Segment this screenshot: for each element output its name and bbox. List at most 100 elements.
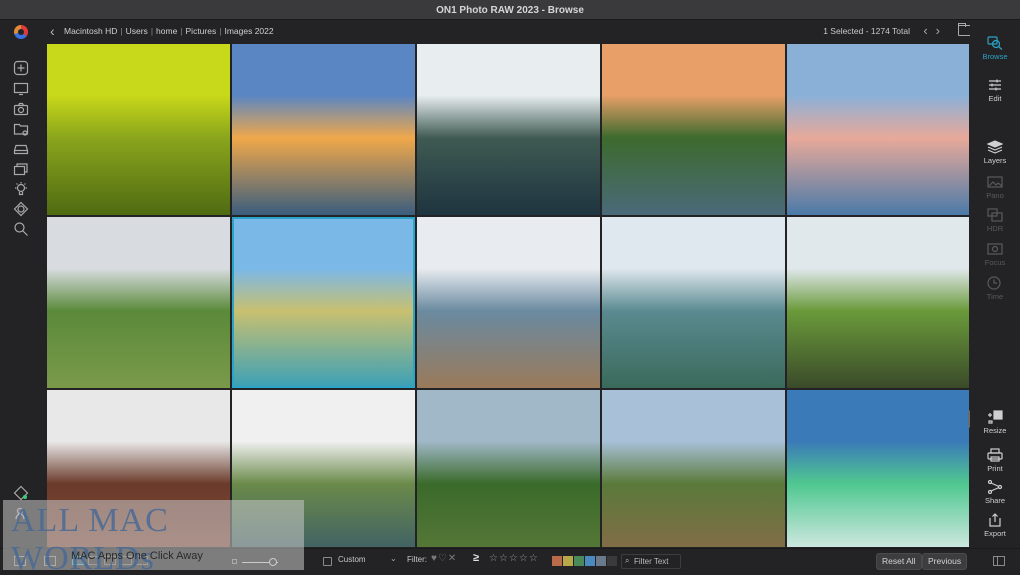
tool-focus: Focus — [970, 242, 1020, 267]
tool-layers[interactable]: Layers — [970, 140, 1020, 165]
thumbnail[interactable] — [47, 217, 230, 388]
thumbnail-image — [602, 217, 785, 388]
time-icon — [987, 276, 1003, 290]
thumbnail[interactable] — [417, 390, 600, 547]
focus-icon — [987, 242, 1003, 256]
selection-status: 1 Selected - 1274 Total — [823, 26, 910, 36]
star-rating-filter[interactable]: ☆☆☆☆☆ — [489, 553, 539, 564]
folder-sync-icon[interactable] — [13, 121, 29, 137]
layers-icon — [986, 140, 1004, 154]
like-filter: ♥ ♡ ✕ — [431, 553, 456, 564]
previous-button[interactable]: Previous — [922, 553, 968, 570]
color-label-swatch[interactable] — [585, 556, 595, 566]
thumbnail-image — [602, 44, 785, 215]
breadcrumb-item[interactable]: Users — [126, 26, 148, 36]
sliders-icon — [987, 78, 1003, 92]
tool-label: Time — [986, 292, 1004, 301]
filter-text-input[interactable]: ⌕ Filter Text — [621, 554, 681, 569]
thumbnail[interactable] — [417, 44, 600, 215]
thumbnail-image — [787, 44, 969, 215]
tool-label: Focus — [984, 258, 1006, 267]
right-panel-toggle-icon[interactable] — [993, 556, 1005, 566]
next-image-icon[interactable]: › — [936, 23, 940, 38]
thumbnail[interactable] — [232, 217, 415, 388]
tool-time: Time — [970, 276, 1020, 301]
unrated-heart-icon[interactable]: ♡ — [438, 553, 447, 564]
tool-export[interactable]: Export — [970, 513, 1020, 538]
thumbnail-image — [602, 390, 785, 547]
reset-all-button[interactable]: Reset All — [876, 553, 922, 570]
breadcrumb-separator: | — [150, 26, 154, 36]
window-title: ON1 Photo RAW 2023 - Browse — [436, 5, 584, 16]
nav-arrows: ‹ › — [923, 23, 940, 38]
monitor-icon[interactable] — [13, 81, 29, 97]
breadcrumb-item[interactable]: Macintosh HD — [64, 26, 117, 36]
filter-preset-value: Custom — [338, 555, 366, 564]
search-icon[interactable] — [13, 221, 29, 237]
app-logo-icon[interactable] — [14, 25, 28, 39]
tool-print[interactable]: Print — [970, 448, 1020, 473]
tool-label: Pano — [986, 191, 1004, 200]
back-chevron-icon[interactable]: ‹ — [50, 23, 55, 39]
thumbnail-image — [417, 44, 600, 215]
tool-hdr: HDR — [970, 208, 1020, 233]
thumbnail[interactable] — [602, 44, 785, 215]
sync-status-icon[interactable] — [13, 485, 29, 501]
tool-share[interactable]: Share — [970, 479, 1020, 505]
tool-label: Export — [984, 529, 1006, 538]
thumbnail[interactable] — [232, 44, 415, 215]
camera-icon[interactable] — [13, 101, 29, 117]
rating-operator[interactable]: ≥ — [473, 552, 479, 564]
drive-icon[interactable] — [13, 141, 29, 157]
color-label-swatch[interactable] — [552, 556, 562, 566]
thumbnail[interactable] — [47, 44, 230, 215]
liked-heart-icon[interactable]: ♥ — [431, 553, 437, 564]
tool-label: Share — [984, 496, 1005, 505]
add-icon[interactable] — [13, 60, 29, 76]
filter-label: Filter: — [407, 555, 427, 564]
albums-icon[interactable] — [13, 161, 29, 177]
thumbnail[interactable] — [787, 217, 969, 388]
thumbnail[interactable] — [602, 217, 785, 388]
hdr-icon — [987, 208, 1003, 222]
thumbnail[interactable] — [787, 44, 969, 215]
thumbnail-image — [232, 217, 415, 388]
color-label-swatch[interactable] — [563, 556, 573, 566]
color-label-swatch[interactable] — [574, 556, 584, 566]
thumbnail[interactable] — [787, 390, 969, 547]
color-label-filter — [552, 556, 617, 566]
thumbnail-image — [417, 390, 600, 547]
thumbnail-image — [787, 390, 969, 547]
thumbnail-image — [47, 44, 230, 215]
previous-image-icon[interactable]: ‹ — [923, 23, 927, 38]
watermark-title: ALL MAC WORLDs — [11, 502, 169, 575]
share-icon — [987, 479, 1003, 495]
thumbnail[interactable] — [602, 390, 785, 547]
tool-label: Resize — [983, 426, 1007, 435]
color-label-swatch[interactable] — [596, 556, 606, 566]
filter-preset-select[interactable]: Custom ⌄ — [338, 554, 398, 564]
tool-browse[interactable]: Browse — [970, 36, 1020, 61]
path-bar: ‹ Macintosh HD | Users | home | Pictures | Image… — [0, 20, 1020, 44]
resize-icon — [987, 410, 1003, 424]
breadcrumb-item[interactable]: home — [156, 26, 177, 36]
watermark-overlay: ALL MAC WORLDs MAC Apps One Click Away — [3, 500, 304, 575]
breadcrumb-item[interactable]: Pictures — [186, 26, 217, 36]
thumbnail-image — [47, 217, 230, 388]
rejected-icon[interactable]: ✕ — [448, 553, 456, 564]
tool-resize[interactable]: Resize — [970, 410, 1020, 435]
title-bar: ON1 Photo RAW 2023 - Browse — [0, 0, 1020, 20]
tool-edit[interactable]: Edit — [970, 78, 1020, 103]
search-icon: ⌕ — [625, 556, 630, 565]
breadcrumb-item[interactable]: Images 2022 — [224, 26, 273, 36]
breadcrumb-separator: | — [120, 26, 123, 36]
lightbulb-icon[interactable] — [13, 181, 29, 197]
chevron-down-icon: ⌄ — [390, 554, 397, 563]
thumbnail-image — [787, 217, 969, 388]
color-label-swatch[interactable] — [607, 556, 617, 566]
export-icon — [987, 513, 1003, 527]
filter-enable-checkbox[interactable] — [323, 557, 332, 566]
thumbnail[interactable] — [417, 217, 600, 388]
filter-text-placeholder: Filter Text — [634, 557, 669, 566]
cloud-sync-icon[interactable] — [13, 201, 29, 217]
